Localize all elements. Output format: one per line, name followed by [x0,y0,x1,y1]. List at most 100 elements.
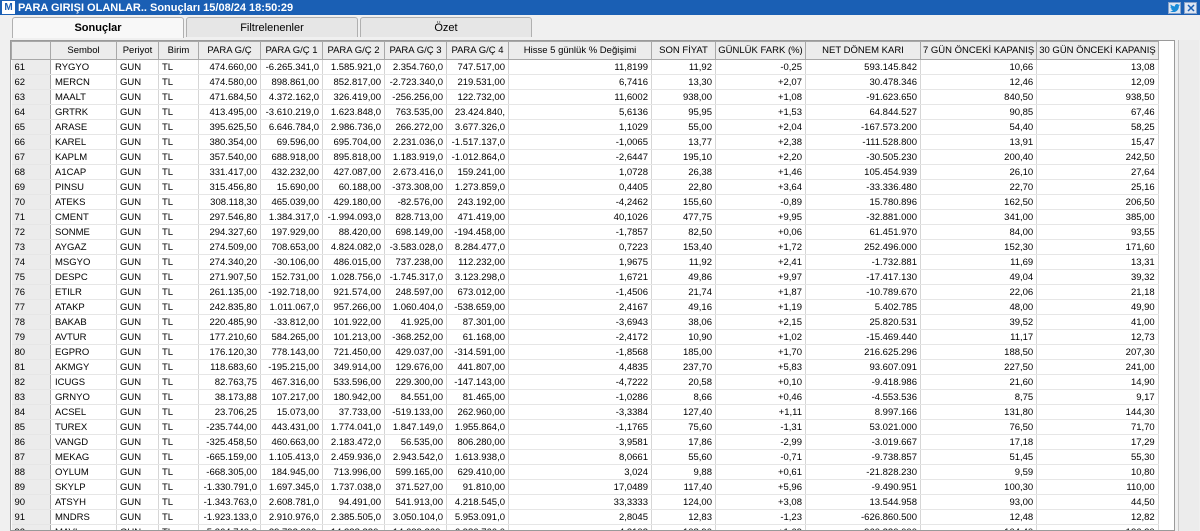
table-row[interactable]: 79 AVTUR GUN TL 177.210,60 584.265,00 101.213,… [11,329,1159,345]
table-cell: TL [158,269,199,285]
table-row[interactable]: 86 VANGD GUN TL -325.458,50 460.663,00 2.183.4… [11,434,1159,450]
table-cell: GUN [116,374,159,390]
column-header[interactable]: 7 GÜN ÖNCEKİ KAPANIŞ [919,41,1038,60]
column-header[interactable]: PARA G/Ç 2 [322,41,385,60]
row-number: 79 [11,329,51,345]
table-row[interactable]: 70 ATEKS GUN TL 308.118,30 465.039,00 429.180,… [11,194,1159,210]
table-row[interactable]: 92MAVIGUNTL-5.364.740,039.792.900,14.238… [11,524,1159,530]
table-row[interactable]: 75 DESPC GUN TL 271.907,50 152.731,00 1.028.75… [11,269,1159,285]
table-cell: -0,71 [715,449,806,465]
row-number: 66 [11,134,51,150]
table-row[interactable]: 87 MEKAG GUN TL -665.159,00 1.105.413,0 2.459.… [11,449,1159,465]
close-icon[interactable] [1184,1,1197,14]
table-row[interactable]: 88 OYLUM GUN TL -668.305,00 184.945,00 713.996… [11,464,1159,480]
table-cell: 698.149,00 [384,224,447,240]
table-row[interactable]: 72 SONME GUN TL 294.327,60 197.929,00 88.420,0… [11,224,1159,240]
results-table: Sembol Periyot Birim PARA G/Ç PARA G/Ç 1 PARA… [11,41,1159,530]
table-row[interactable]: 69 PINSU GUN TL 315.456,80 15.690,00 60.188,00… [11,179,1159,195]
table-row[interactable]: 89 SKYLP GUN TL -1.330.791,0 1.697.345,0 1.737… [11,479,1159,495]
table-row[interactable]: 73 AYGAZ GUN TL 274.509,00 708.653,00 4.824.08… [11,239,1159,255]
table-row[interactable]: 68 A1CAP GUN TL 331.417,00 432.232,00 427.087,… [11,164,1159,180]
column-header[interactable]: NET DÖNEM KARI [805,41,921,60]
column-header[interactable]: Hisse 5 günlük % Değişimi [508,41,652,60]
vertical-scrollbar[interactable] [1178,40,1199,531]
table-cell: 1.613.938,0 [446,449,509,465]
table-cell: 331.417,00 [198,164,261,180]
column-header[interactable]: Periyot [116,41,159,60]
column-header[interactable]: PARA G/Ç 4 [446,41,509,60]
table-cell: 206,50 [1036,194,1159,210]
table-cell: 162,50 [920,194,1038,210]
table-row[interactable]: 64 GRTRK GUN TL 413.495,00 -3.610.219,0 1.623.… [11,104,1159,120]
table-row[interactable]: 77 ATAKP GUN TL 242.835,80 1.011.067,0 957.266… [11,299,1159,315]
table-cell: GUN [116,314,159,330]
table-row[interactable]: 82 ICUGS GUN TL 82.763,75 467.316,00 533.596,0… [11,374,1159,390]
table-cell: -235.744,00 [198,419,261,435]
table-cell: SKYLP [50,479,117,495]
column-header[interactable]: SON FİYAT [651,41,716,60]
tab-filtrelenenler[interactable]: Filtrelenenler [186,17,358,37]
row-number: 90 [11,494,51,510]
table-row[interactable]: 63 MAALT GUN TL 471.684,50 4.372.162,0 326.419… [11,89,1159,105]
table-row[interactable]: 85 TUREX GUN TL -235.744,00 443.431,00 1.774.0… [11,419,1159,435]
table-cell: -33.336.480 [805,179,921,195]
column-header[interactable]: GÜNLÜK FARK (%) [715,41,806,60]
tab-ozet[interactable]: Özet [360,17,532,37]
table-row[interactable]: 65 ARASE GUN TL 395.625,50 6.646.784,0 2.986.7… [11,119,1159,135]
table-cell: 4.218.545,0 [446,494,509,510]
table-cell: -314.591,00 [446,344,509,360]
table-row[interactable]: 81 AKMGY GUN TL 118.683,60 -195.215,00 349.914… [11,359,1159,375]
table-cell: 938,00 [651,89,716,105]
table-cell: 957.266,00 [322,299,385,315]
table-row[interactable]: 74 MSGYO GUN TL 274.340,20 -30.106,00 486.015,… [11,254,1159,270]
table-cell: +0,06 [715,224,806,240]
table-cell: 1.384.317,0 [260,209,323,225]
table-cell: 49,90 [1036,299,1159,315]
table-cell: TL [158,134,199,150]
tab-bar: Sonuçlar Filtrelenenler Özet [12,17,534,38]
table-cell: TL [158,359,199,375]
table-cell: -1.012.864,0 [446,149,509,165]
column-header[interactable] [11,41,51,60]
tab-sonuclar[interactable]: Sonuçlar [12,17,184,38]
table-row[interactable]: 66 KAREL GUN TL 380.354,00 69.596,00 695.704,0… [11,134,1159,150]
table-cell: 243.192,00 [446,194,509,210]
table-cell: 67,46 [1036,104,1159,120]
table-cell: 6.646.784,0 [260,119,323,135]
table-row[interactable]: 78 BAKAB GUN TL 220.485,90 -33.812,00 101.922,… [11,314,1159,330]
table-row[interactable]: 84 ACSEL GUN TL 23.706,25 15.073,00 37.733,00-… [11,404,1159,420]
table-row[interactable]: 76 ETILR GUN TL 261.135,00 -192.718,00 921.574… [11,284,1159,300]
row-number: 91 [11,509,51,525]
table-cell: +1,46 [715,164,806,180]
table-cell: 207,30 [1036,344,1159,360]
table-row[interactable]: 62 MERCN GUN TL 474.580,00 898.861,00 852.817,… [11,74,1159,90]
table-row[interactable]: 90 ATSYH GUN TL -1.343.763,0 2.608.781,0 94.49… [11,494,1159,510]
twitter-icon[interactable] [1168,1,1181,14]
table-cell: 10,80 [1036,464,1159,480]
column-header[interactable]: Sembol [50,41,117,60]
table-cell: -32.881.000 [805,209,921,225]
table-cell: 2.910.976,0 [260,509,323,525]
table-row[interactable]: 71 CMENT GUN TL 297.546,80 1.384.317,0 -1.994.… [11,209,1159,225]
table-cell: 11,6002 [508,89,652,105]
table-cell: TL [158,74,199,90]
column-header[interactable]: Birim [158,41,199,60]
table-row[interactable]: 67 KAPLM GUN TL 357.540,00 688.918,00 895.818,… [11,149,1159,165]
column-header[interactable]: PARA G/Ç 3 [384,41,447,60]
column-header[interactable]: PARA G/Ç [198,41,261,60]
table-row[interactable]: 83 GRNYO GUN TL 38.173,88 107.217,00 180.942,0… [11,389,1159,405]
table-cell: TL [158,344,199,360]
column-header[interactable]: 30 GÜN ÖNCEKİ KAPANIŞ [1036,41,1159,60]
table-row[interactable]: 61 RYGYO GUN TL 474.660,00 -6.265.341,0 1.585.… [11,59,1159,75]
column-header[interactable]: PARA G/Ç 1 [260,41,323,60]
table-cell: 9,88 [651,464,716,480]
results-grid[interactable]: Sembol Periyot Birim PARA G/Ç PARA G/Ç 1 PARA… [10,40,1175,531]
table-row[interactable]: 91 MNDRS GUN TL -1.923.133,0 2.910.976,0 2.385… [11,509,1159,525]
table-row[interactable]: 80 EGPRO GUN TL 176.120,30 778.143,00 721.450,… [11,344,1159,360]
table-cell: 349.914,00 [322,359,385,375]
table-cell: MSGYO [50,254,117,270]
table-cell: 5.953.091,0 [446,509,509,525]
table-cell: +1,02 [715,329,806,345]
table-cell: 152.731,00 [260,269,323,285]
row-number: 68 [11,164,51,180]
